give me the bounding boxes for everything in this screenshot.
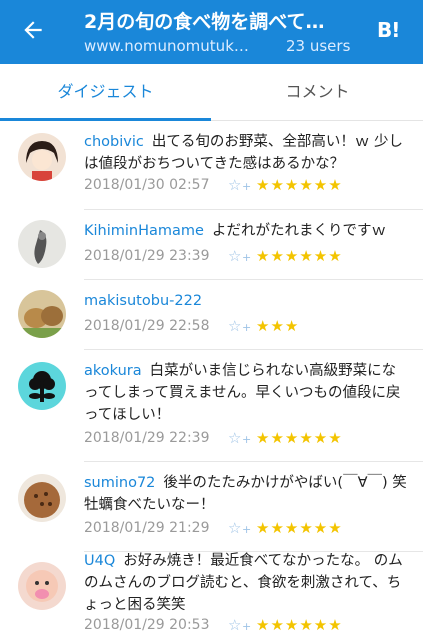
add-star-icon[interactable]: ☆: [228, 247, 241, 265]
add-star-plus-icon: +: [242, 251, 252, 264]
comment-meta: 2018/01/30 02:57 ☆ + ★★★★★★: [84, 176, 342, 197]
comment-text: makisutobu-222: [84, 290, 410, 312]
comment-text: U4Q お好み焼き！最近食べてなかったな。 のムのムさんのブログ読むと、食欲を刺激…: [84, 550, 410, 616]
comment-meta: 2018/01/29 21:29 ☆ + ★★★★★★: [84, 519, 342, 540]
divider: [84, 209, 423, 210]
comment-date: 2018/01/29 21:29: [84, 520, 210, 536]
comment-text: akokura 白菜がいま信じられない高級野菜になってしまって買えません。早くいつ…: [84, 360, 410, 426]
star-rating: ★★★★★★: [256, 176, 343, 194]
add-star-plus-icon: +: [242, 321, 252, 334]
comment-meta: 2018/01/29 22:39 ☆ + ★★★★★★: [84, 429, 342, 450]
divider: [84, 461, 423, 462]
page-title: 2月の旬の食べ物を調べて…: [84, 11, 325, 33]
comment-date: 2018/01/29 20:53: [84, 617, 210, 633]
hatena-bookmark-button[interactable]: B!: [377, 18, 400, 42]
add-star-icon[interactable]: ☆: [228, 519, 241, 537]
star-rating: ★★★★★★: [256, 247, 343, 265]
star-rating: ★★★★★★: [256, 616, 343, 634]
comment-date: 2018/01/30 02:57: [84, 177, 210, 193]
avatar[interactable]: [18, 562, 66, 610]
comment-text: chobivic 出てる旬のお野菜、全部高い！ｗ 少しは値段がおちついてきた感はあ…: [84, 131, 410, 175]
users-count: 23 users: [286, 37, 351, 55]
comment-meta: 2018/01/29 23:39 ☆ + ★★★★★★: [84, 247, 342, 268]
comment-date: 2018/01/29 23:39: [84, 248, 210, 264]
username-link[interactable]: chobivic: [84, 134, 144, 150]
comment-date: 2018/01/29 22:39: [84, 430, 210, 446]
star-rating: ★★★★★★: [256, 519, 343, 537]
add-star-plus-icon: +: [242, 433, 252, 446]
back-arrow-icon[interactable]: [20, 17, 46, 43]
add-star-plus-icon: +: [242, 523, 252, 536]
avatar[interactable]: [18, 220, 66, 268]
avatar[interactable]: [18, 474, 66, 522]
comment-text: sumino72 後半のたたみかけがやばい(￣∀￣) 笑 牡蠣食べたいなー！: [84, 472, 410, 516]
username-link[interactable]: U4Q: [84, 553, 115, 569]
page-url: www.nomunomutuk…: [84, 37, 249, 55]
add-star-plus-icon: +: [242, 620, 252, 633]
username-link[interactable]: KihiminHamame: [84, 223, 204, 239]
add-star-icon[interactable]: ☆: [228, 429, 241, 447]
star-rating: ★★★: [256, 317, 300, 335]
comment-meta: 2018/01/29 22:58 ☆ + ★★★: [84, 317, 298, 338]
add-star-icon[interactable]: ☆: [228, 317, 241, 335]
app-header: 2月の旬の食べ物を調べて… www.nomunomutuk… 23 users …: [0, 0, 423, 64]
add-star-plus-icon: +: [242, 180, 252, 193]
avatar[interactable]: [18, 290, 66, 338]
username-link[interactable]: makisutobu-222: [84, 293, 202, 309]
tab-digest[interactable]: ダイジェスト: [0, 64, 211, 120]
avatar[interactable]: [18, 133, 66, 181]
comment-body: よだれがたれまくりですｗ: [211, 223, 386, 239]
comment-date: 2018/01/29 22:58: [84, 318, 210, 334]
star-rating: ★★★★★★: [256, 429, 343, 447]
comment-body: お好み焼き！最近食べてなかったな。 のムのムさんのブログ読むと、食欲を刺激されて…: [84, 553, 403, 613]
divider: [84, 349, 423, 350]
username-link[interactable]: akokura: [84, 363, 142, 379]
tab-bar: ダイジェスト コメント: [0, 64, 423, 121]
username-link[interactable]: sumino72: [84, 475, 155, 491]
add-star-icon[interactable]: ☆: [228, 176, 241, 194]
tab-comments[interactable]: コメント: [212, 64, 423, 120]
divider: [84, 279, 423, 280]
add-star-icon[interactable]: ☆: [228, 616, 241, 634]
comment-meta: 2018/01/29 20:53 ☆ + ★★★★★★: [84, 616, 342, 637]
avatar[interactable]: [18, 362, 66, 410]
comment-text: KihiminHamame よだれがたれまくりですｗ: [84, 220, 410, 242]
active-tab-indicator: [0, 118, 211, 121]
